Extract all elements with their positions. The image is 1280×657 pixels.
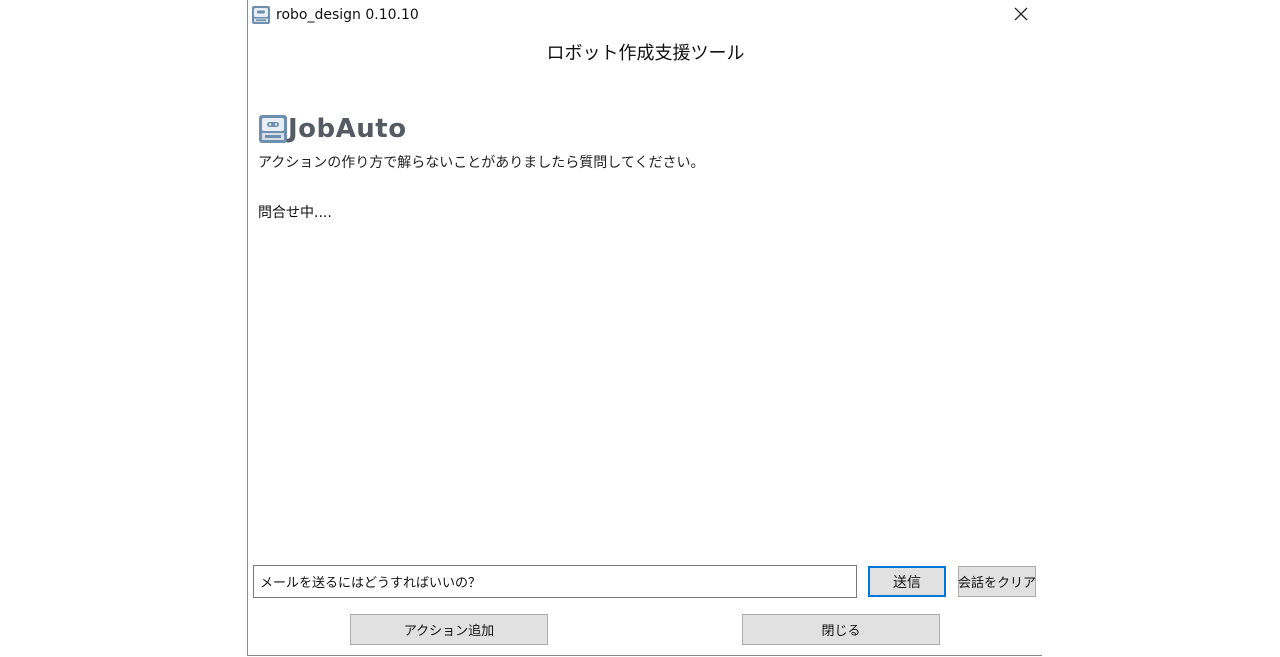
add-action-button[interactable]: アクション追加: [350, 614, 548, 645]
question-input[interactable]: [253, 565, 857, 598]
page: robo_design 0.10.10 ロボット作成支援ツール JobAuto …: [0, 0, 1280, 657]
close-button[interactable]: 閉じる: [742, 614, 940, 645]
robot-icon: [251, 5, 271, 25]
chat-dialog-window: robo_design 0.10.10 ロボット作成支援ツール JobAuto …: [247, 0, 1042, 656]
send-button[interactable]: 送信: [868, 566, 946, 597]
intro-message: アクションの作り方で解らないことがありましたら質問してください。: [258, 155, 705, 171]
logo-text: JobAuto: [288, 114, 407, 144]
title-bar: robo_design 0.10.10: [248, 0, 1042, 31]
close-icon: [1014, 6, 1028, 25]
clear-conversation-button[interactable]: 会話をクリア: [958, 566, 1036, 597]
robot-logo-icon: [258, 114, 288, 144]
jobauto-logo: JobAuto: [258, 110, 407, 144]
window-close-button[interactable]: [1006, 0, 1036, 30]
dialog-heading: ロボット作成支援ツール: [546, 43, 745, 64]
status-message: 問合せ中....: [258, 205, 332, 221]
window-title: robo_design 0.10.10: [276, 7, 419, 23]
